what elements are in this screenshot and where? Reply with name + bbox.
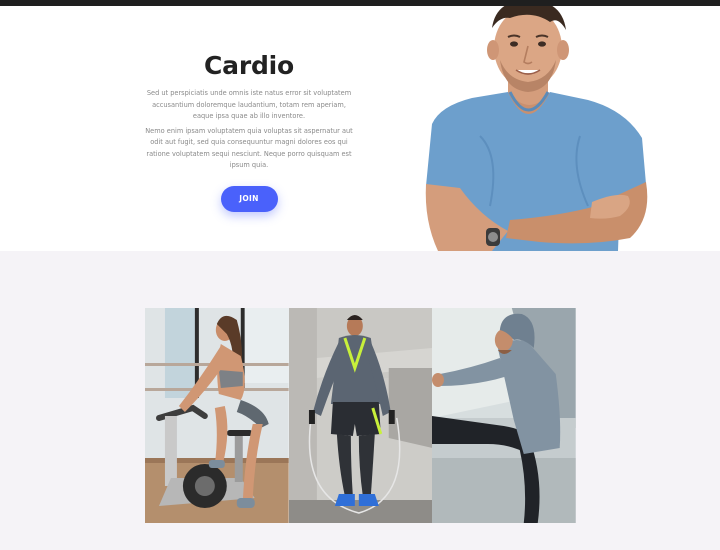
hero-text-block: Cardio Sed ut perspiciatis unde omnis is… — [145, 6, 353, 212]
gallery-strip — [145, 308, 576, 523]
jump-rope-man-photo — [288, 308, 433, 523]
hero-paragraph-1: Sed ut perspiciatis unde omnis iste natu… — [146, 89, 352, 120]
page-title: Cardio — [204, 51, 294, 80]
stretching-man-photo — [432, 308, 576, 523]
join-button[interactable]: JOIN — [220, 185, 278, 212]
hero-paragraph-2: Nemo enim ipsam voluptatem quia voluptas… — [145, 126, 353, 170]
trainer-photo — [420, 0, 655, 251]
gallery-section — [0, 251, 720, 550]
cycling-woman-photo — [145, 308, 289, 523]
